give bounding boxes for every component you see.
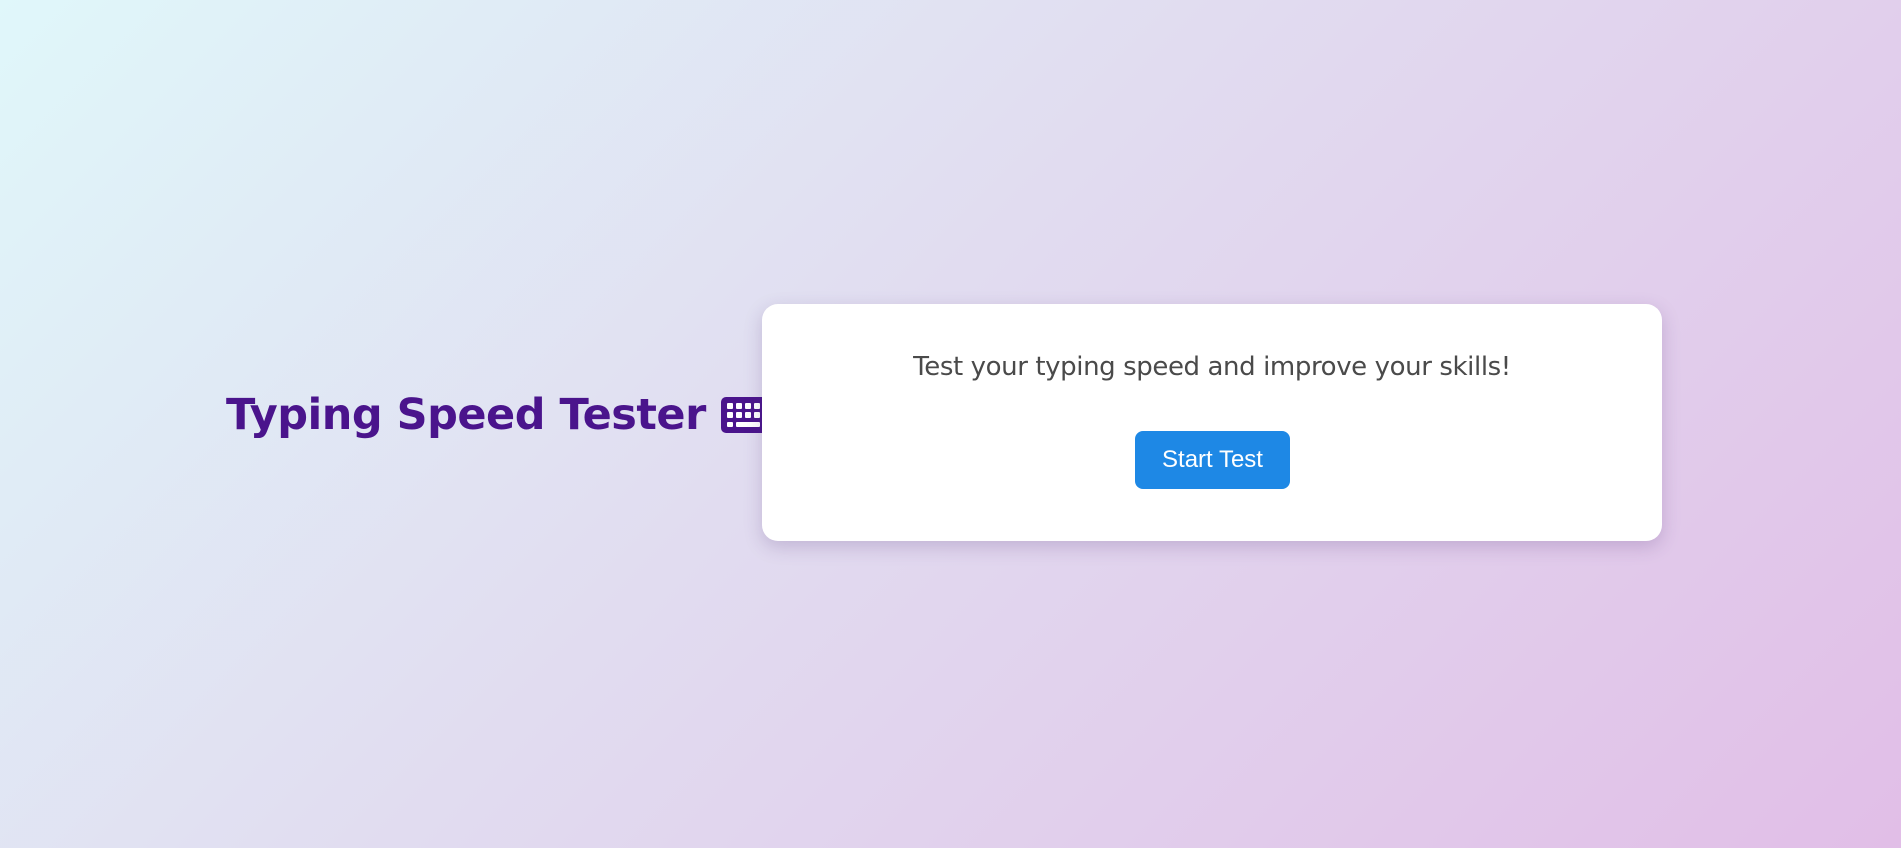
start-card: Test your typing speed and improve your … [762,304,1662,541]
tagline: Test your typing speed and improve your … [913,352,1511,382]
app-header: Typing Speed Tester [226,387,774,443]
page-title: Typing Speed Tester [226,390,706,440]
start-test-button[interactable]: Start Test [1135,431,1290,489]
